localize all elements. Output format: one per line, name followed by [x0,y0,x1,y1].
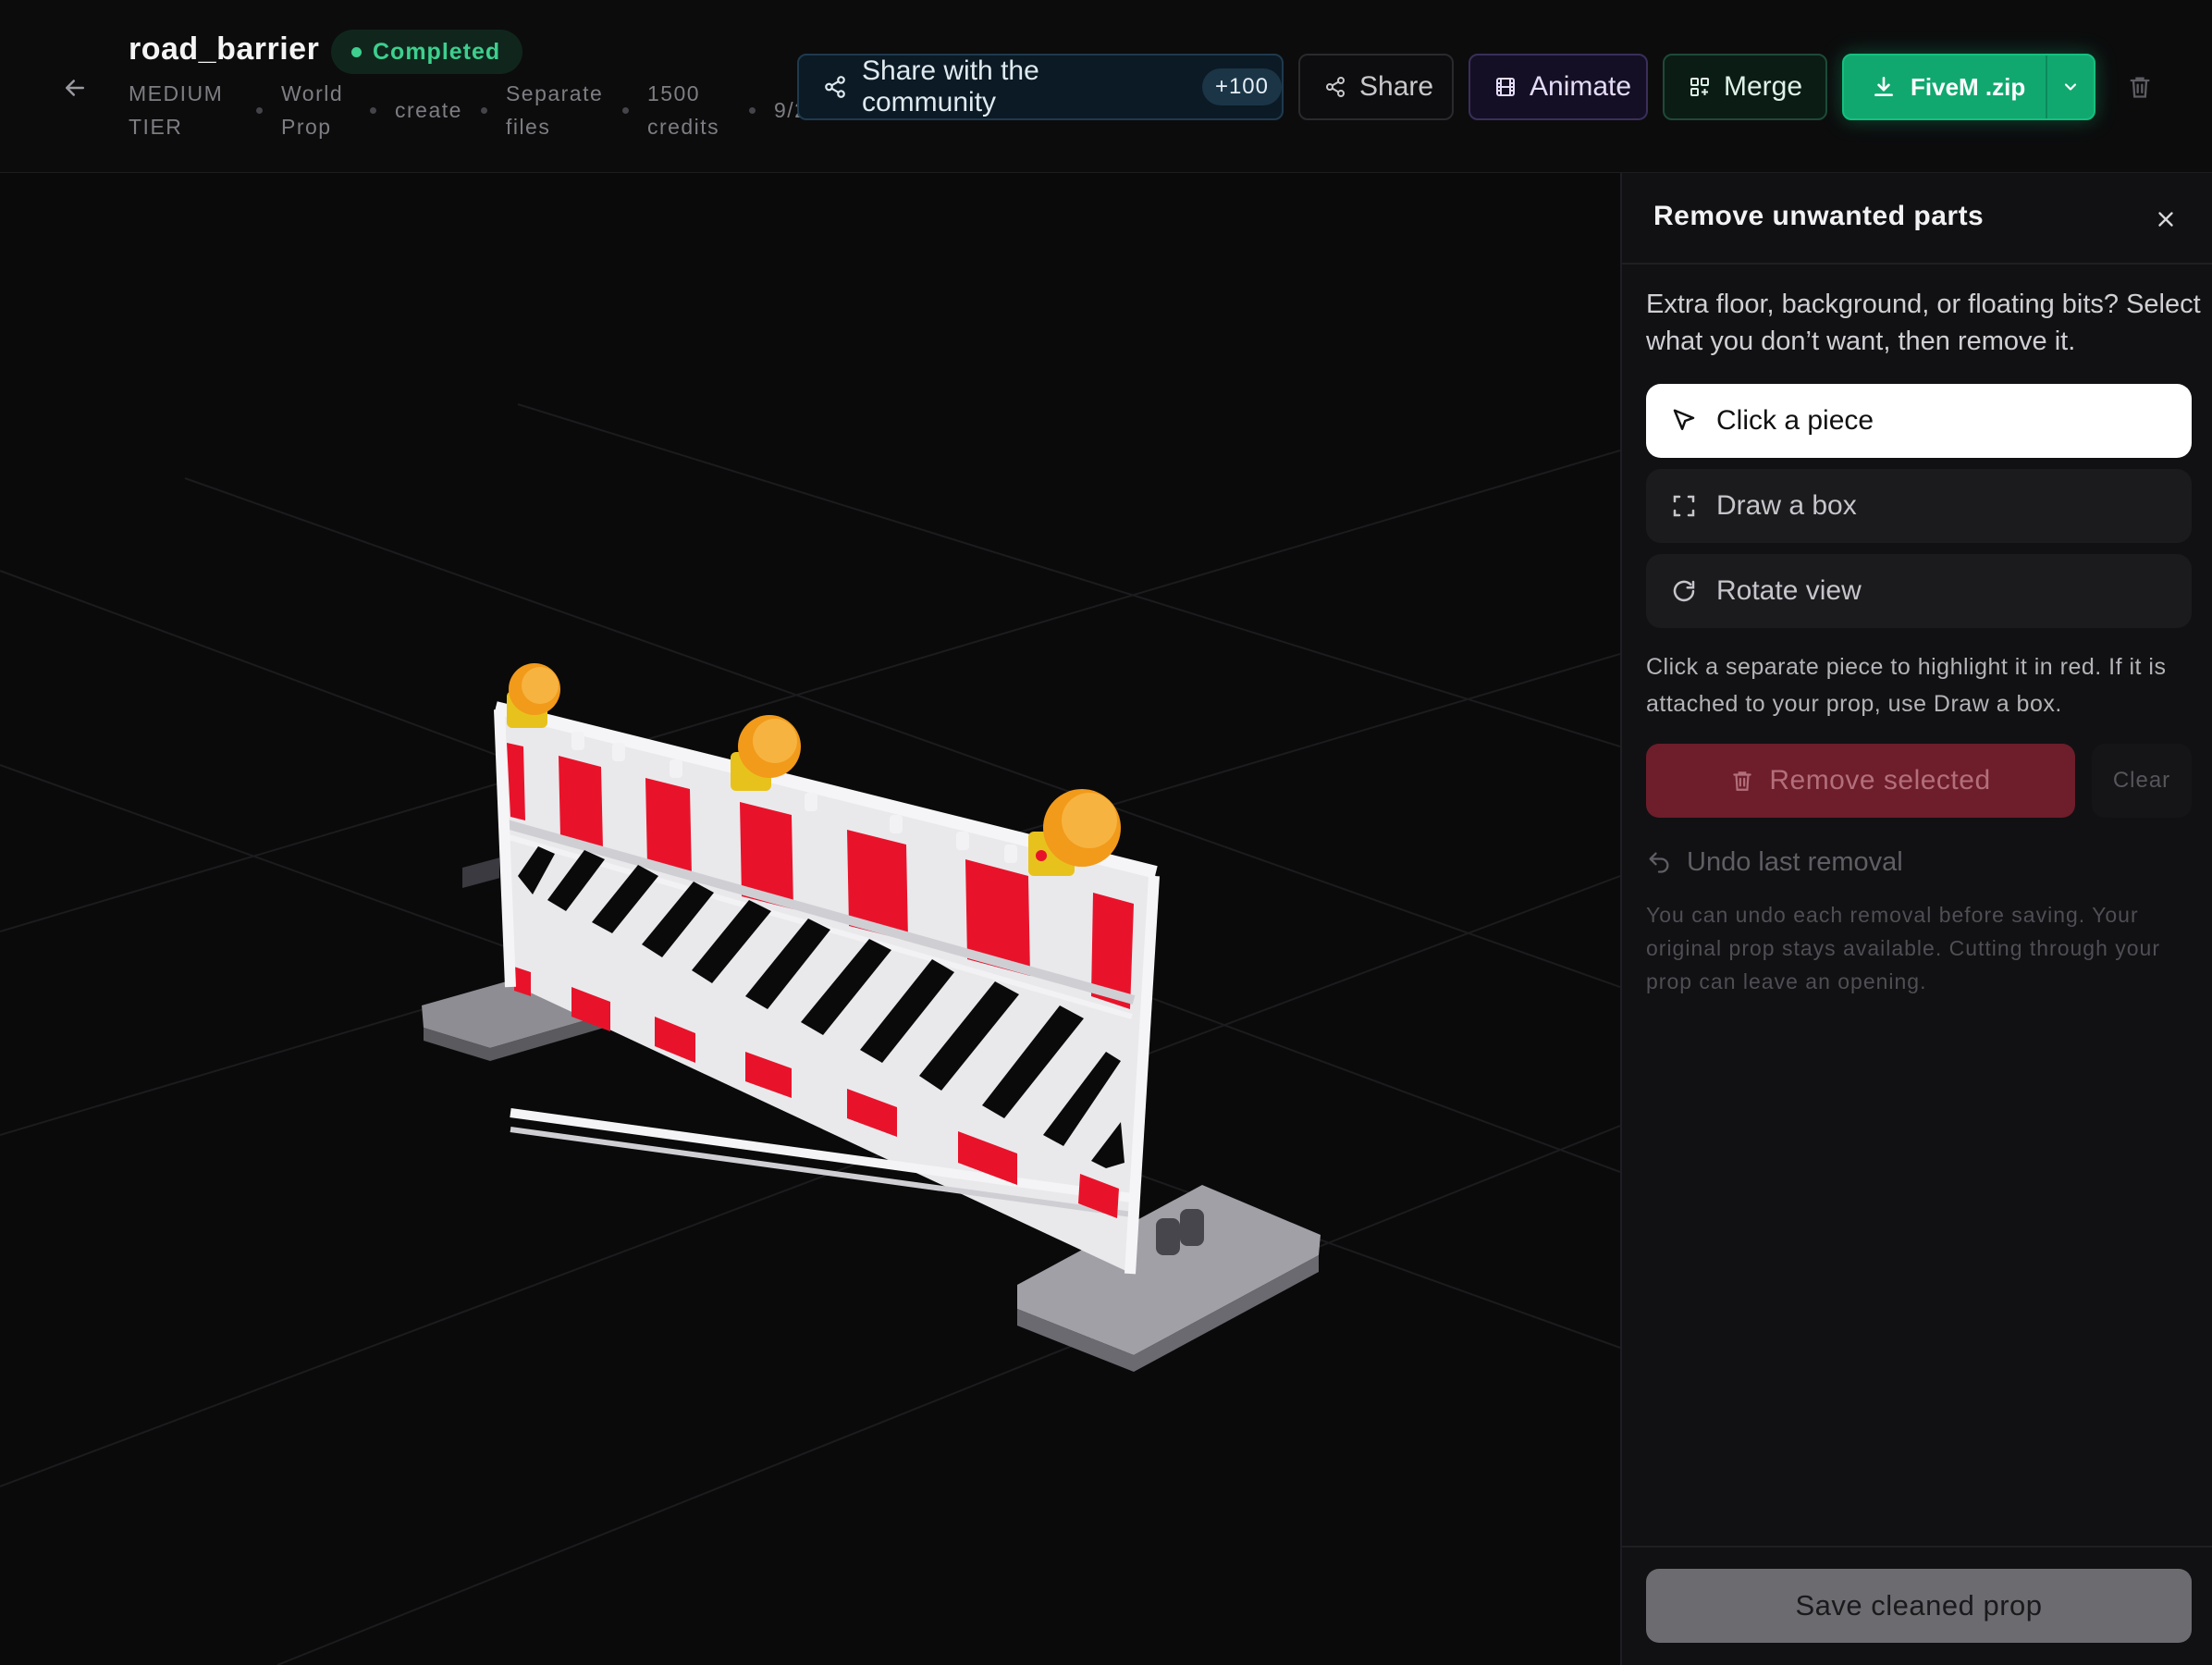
viewport-scene [0,403,1620,1665]
share-nodes-icon [1326,77,1345,97]
undo-label: Undo last removal [1687,846,1903,877]
meta-tier: MEDIUM TIER [129,81,224,139]
chevron-down-icon [2064,83,2077,91]
model-viewport[interactable] [0,173,1620,1665]
download-label: FiveM .zip [1911,72,2026,101]
panel-title: Remove unwanted parts [1653,201,1985,231]
share-community-button[interactable]: Share with the community +100 [797,54,1284,120]
panel-intro: Extra floor, background, or floating bit… [1646,290,2201,356]
meta-separator [748,106,756,114]
meta-separator [621,106,629,114]
rotate-icon [1673,580,1695,602]
merge-grid-icon [1690,78,1709,96]
download-main[interactable]: FiveM .zip [1844,56,2046,118]
remove-selected-label: Remove selected [1769,765,1991,796]
remove-selected-button[interactable]: Remove selected [1646,744,2075,818]
download-icon [1874,76,1893,96]
meta-separator [256,106,263,114]
save-cleaned-prop-button[interactable]: Save cleaned prop [1646,1569,2192,1643]
share-button[interactable]: Share [1298,54,1454,120]
credit-bonus-badge: +100 [1201,68,1282,105]
trash-icon [1733,771,1752,791]
model-meta: MEDIUM TIER World Prop create Separate f… [129,78,881,142]
panel-header: Remove unwanted parts [1622,173,2212,265]
status-dot [351,46,362,57]
page-title: road_barrier [129,31,320,67]
animate-label: Animate [1530,71,1632,102]
arrow-left-icon [66,80,84,96]
undo-icon [1649,852,1669,873]
box-select-icon [1673,495,1695,517]
undo-removal-button[interactable]: Undo last removal [1646,839,1903,885]
trash-icon [2130,77,2150,98]
meta-credits: 1500 credits [646,81,720,139]
close-icon [2158,212,2173,227]
cursor-pointer-icon [1673,409,1695,430]
share-community-label: Share with the community [862,56,1039,117]
meta-category: World Prop [281,81,344,139]
status-badge: Completed [331,30,523,74]
remove-parts-panel: Remove unwanted parts Extra floor, backg… [1620,173,2212,1665]
tool-draw-box[interactable]: Draw a box [1646,469,2192,543]
clear-selection-button[interactable]: Clear [2092,744,2192,818]
tool-hint: Click a separate piece to highlight it i… [1646,654,2167,717]
tool-label: Draw a box [1716,490,1857,521]
share-nodes-icon [825,76,845,98]
delete-button[interactable] [2118,65,2162,109]
tool-click-piece[interactable]: Click a piece [1646,384,2192,458]
meta-output: Separate files [505,81,604,139]
back-button[interactable] [54,67,96,109]
meta-mode: create [395,98,462,122]
tool-label: Rotate view [1716,575,1862,606]
meta-separator [370,106,376,114]
animate-button[interactable]: Animate [1469,54,1648,120]
download-format-dropdown[interactable] [2046,56,2094,118]
share-label: Share [1359,71,1434,102]
status-label: Completed [373,38,501,65]
download-button[interactable]: FiveM .zip [1842,54,2095,120]
film-icon [1496,78,1515,96]
top-bar: road_barrier Completed MEDIUM TIER World… [0,0,2212,173]
merge-label: Merge [1724,71,1803,102]
merge-button[interactable]: Merge [1663,54,1827,120]
tool-rotate-view[interactable]: Rotate view [1646,554,2192,628]
meta-separator [480,106,487,114]
barrier-panel [494,701,1160,1275]
panel-footnote: You can undo each removal before saving.… [1646,903,2161,993]
close-panel-button[interactable] [2145,199,2186,240]
tool-label: Click a piece [1716,405,1874,436]
